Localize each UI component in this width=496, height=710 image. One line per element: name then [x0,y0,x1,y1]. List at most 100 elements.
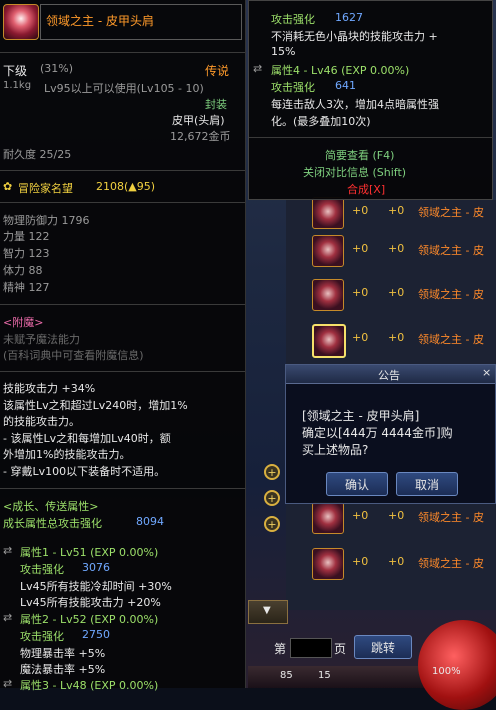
effect-line: 外增加1%的技能攻击力。 [3,448,131,461]
page-input[interactable] [290,638,332,658]
item-name: 领域之主 - 皮 [418,206,484,219]
attr-header: 属性1 - Lv51 (EXP 0.00%) [20,546,159,559]
item-name: 领域之主 - 皮 [418,288,484,301]
stat-line: 智力 123 [3,247,50,260]
confirm-button[interactable]: 确认 [326,472,388,496]
desc-line: 化。(最多叠加10次) [271,115,371,128]
attr-header: 属性3 - Lv48 (EXP 0.00%) [20,679,159,692]
chevron-down-icon: ▼ [263,605,271,616]
list-item[interactable]: +0 +0 领域之主 - 皮 [308,546,496,580]
plus-b: +0 [388,204,405,217]
item-icon [312,502,344,534]
item-price: 12,672金币 [170,130,231,143]
item-icon [312,197,344,229]
zoom-icon[interactable]: + [264,464,280,480]
attr-atk-value: 2750 [82,628,110,641]
item-weight: 1.1kg [3,80,32,91]
item-icon [312,324,346,358]
divider [249,137,492,138]
attr4-header: 属性4 - Lv46 (EXP 0.00%) [271,64,410,77]
attr-atk-value: 3076 [82,561,110,574]
zoom-icon[interactable]: + [264,516,280,532]
hp-percent: 100% [432,666,461,677]
list-item[interactable]: +0 +0 领域之主 - 皮 [308,233,496,267]
plus-a: +0 [352,509,369,522]
list-item[interactable]: +0 +0 领域之主 - 皮 [308,322,496,358]
item-icon [312,279,344,311]
compare-tooltip: 攻击强化 1627 不消耗无色小晶块的技能攻击力 + 15% ⇄ 属性4 - L… [248,0,493,200]
dialog-title: 公告 [378,369,400,382]
plus-b: +0 [388,509,405,522]
plus-a: +0 [352,204,369,217]
divider [0,304,245,305]
attr-line: 物理暴击率 +5% [20,647,106,660]
dropdown-toggle[interactable]: ▼ [248,600,288,624]
atk2-label: 攻击强化 [271,81,315,94]
effect-line: 技能攻击力 +34% [3,382,96,395]
item-grade-pct: (31%) [40,62,74,75]
seal-status: 封装 [205,98,227,111]
divider [0,170,245,171]
item-type: 皮甲(头肩) [172,114,225,127]
dialog-line: 买上述物品? [302,443,369,457]
plus-a: +0 [352,555,369,568]
hotkey-count: 15 [318,670,331,681]
list-item[interactable]: +0 +0 领域之主 - 皮 [308,500,496,534]
plus-a: +0 [352,242,369,255]
durability: 耐久度 25/25 [3,148,72,161]
shuffle-icon: ⇄ [3,544,13,557]
attr-line: Lv45所有技能冷却时间 +30% [20,580,172,593]
enchant-line: (百科词典中可查看附魔信息) [3,349,144,362]
close-compare-link[interactable]: 关闭对比信息 (Shift) [303,164,406,180]
purchase-dialog: 公告 × [领域之主 - 皮甲头肩] 确定以[444万 4444金币]购 买上述… [285,364,496,504]
item-icon [312,548,344,580]
synth-link[interactable]: 合成[X] [347,181,385,197]
adventurer-label: 冒险家名望 [18,182,73,195]
effect-line: - 穿戴Lv100以下装备时不适用。 [3,465,166,478]
jump-button[interactable]: 跳转 [354,635,412,659]
adventurer-value: 2108(▲95) [96,180,156,193]
desc-line: 每连击敌人3次，增加4点暗属性强 [271,98,439,111]
item-name: 领域之主 - 皮 [418,333,484,346]
plus-b: +0 [388,242,405,255]
stat-line: 力量 122 [3,230,50,243]
close-icon[interactable]: × [482,366,491,379]
atk2-value: 641 [335,79,356,92]
plus-a: +0 [352,286,369,299]
stat-line: 物理防御力 1796 [3,214,90,227]
cancel-button[interactable]: 取消 [396,472,458,496]
star-icon: ✿ [3,180,13,193]
shuffle-icon: ⇄ [3,611,13,624]
shuffle-icon: ⇄ [3,677,13,690]
plus-b: +0 [388,555,405,568]
item-rarity: 传说 [205,64,230,78]
effect-line: - 该属性Lv之和每增加Lv40时，额 [3,432,171,445]
plus-b: +0 [388,331,405,344]
growth-title: <成长、传送属性> [3,500,99,513]
brief-view-link[interactable]: 简要查看 (F4) [325,147,394,163]
desc-line: 不消耗无色小晶块的技能攻击力 + [271,30,438,43]
divider [0,371,245,372]
dialog-header: 公告 × [286,365,495,384]
hp-orb: 100% [418,620,496,710]
enchant-line: 未赋予魔法能力 [3,333,80,346]
stat-line: 体力 88 [3,264,43,277]
effect-line: 该属性Lv之和超过Lv240时，增加1% [3,399,188,412]
page-prefix: 第 [274,642,287,656]
item-name: 领域之主 - 皮 [418,511,484,524]
item-name: 领域之主 - 皮 [418,244,484,257]
growth-total-value: 8094 [136,515,164,528]
item-grade: 下级 [3,64,28,78]
item-name: 领域之主 - 皮 [418,557,484,570]
zoom-icon[interactable]: + [264,490,280,506]
attr-atk-label: 攻击强化 [20,563,64,576]
plus-b: +0 [388,286,405,299]
item-name: 领域之主 - 皮甲头肩 [46,14,154,28]
level-requirement: Lv95以上可以使用(Lv105 - 10) [44,82,204,95]
list-item[interactable]: +0 +0 领域之主 - 皮 [308,277,496,311]
atk-value: 1627 [335,11,363,24]
divider [0,202,245,203]
list-item[interactable]: +0 +0 领域之主 - 皮 [308,195,496,229]
item-tooltip: 领域之主 - 皮甲头肩 下级 (31%) 传说 1.1kg Lv95以上可以使用… [0,0,246,692]
dialog-line: 确定以[444万 4444金币]购 [302,426,453,440]
